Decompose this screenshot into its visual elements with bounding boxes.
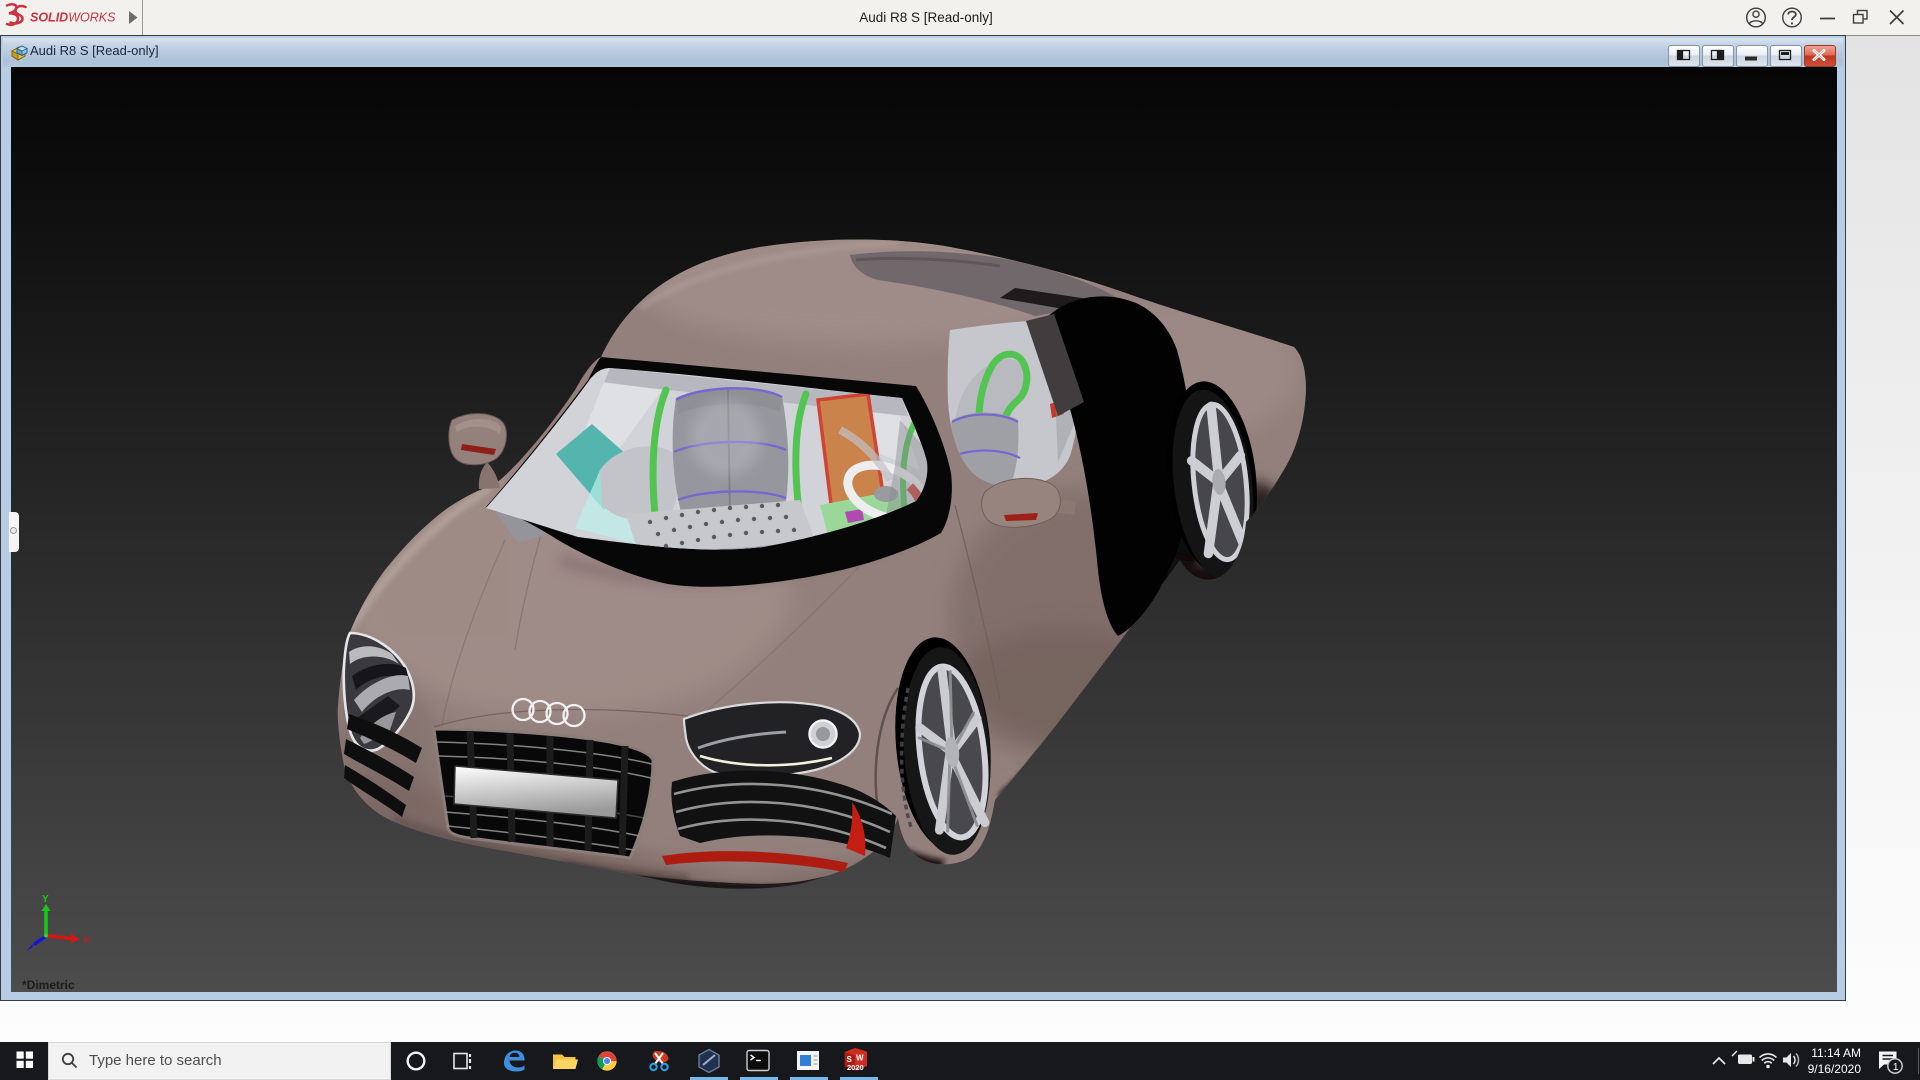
svg-text:W: W xyxy=(856,1054,864,1063)
svg-text:1: 1 xyxy=(1893,1061,1899,1073)
svg-text:*Dimetric: *Dimetric xyxy=(22,978,75,992)
svg-text:Y: Y xyxy=(42,894,49,905)
svg-text:SOLIDWORKS: SOLIDWORKS xyxy=(30,11,116,25)
svg-text:2020: 2020 xyxy=(847,1063,864,1072)
